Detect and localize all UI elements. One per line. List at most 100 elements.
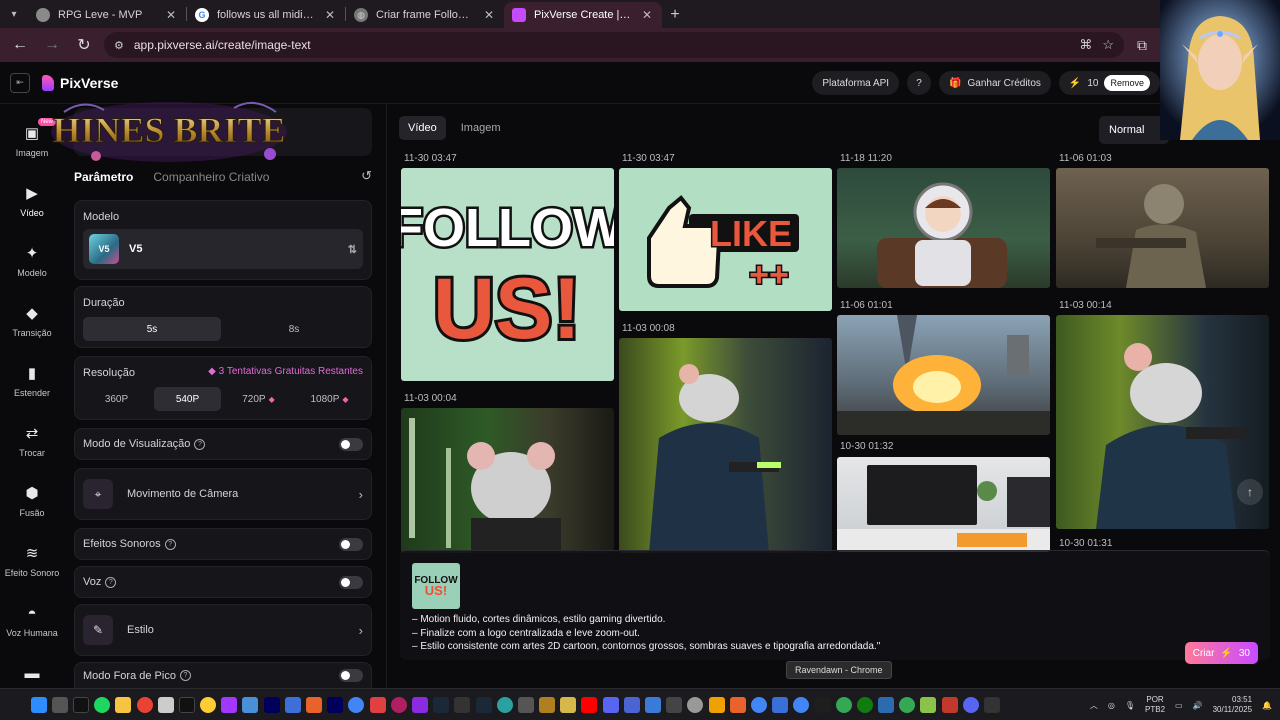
gallery-thumb-rat-gun[interactable] <box>619 338 832 553</box>
close-tab-icon[interactable]: ✕ <box>640 8 654 22</box>
sound-effects-toggle[interactable] <box>339 537 363 551</box>
app-icon[interactable] <box>645 696 662 713</box>
reset-icon[interactable]: ↺ <box>361 168 372 184</box>
windows-start-icon[interactable] <box>30 696 47 713</box>
new-tab-icon[interactable]: + <box>662 2 688 28</box>
gallery-thumb-rat-drink[interactable] <box>401 408 614 553</box>
app-icon[interactable] <box>390 696 407 713</box>
prompt-text[interactable]: – Motion fluido, cortes dinâmicos, estil… <box>412 613 880 654</box>
extensions-icon[interactable]: ⧉ <box>1128 31 1156 59</box>
close-tab-icon[interactable]: ✕ <box>482 8 496 22</box>
sidebar-item-video[interactable]: ▶ Vídeo <box>0 184 64 218</box>
credit-balance[interactable]: ⚡ 10 Remove <box>1058 71 1160 95</box>
after-effects-icon[interactable] <box>263 696 280 713</box>
chrome-active-icon[interactable] <box>793 696 810 713</box>
model-selector[interactable]: V5 V5 ⇅ <box>83 229 363 269</box>
create-button[interactable]: Criar ⚡ 30 <box>1184 642 1258 664</box>
off-peak-toggle[interactable] <box>339 669 363 682</box>
collapse-sidebar-icon[interactable]: ⇤ <box>10 72 30 93</box>
more-apps-icon[interactable] <box>984 696 1001 713</box>
tiktok-icon[interactable] <box>178 696 195 713</box>
browser-tab[interactable]: RPG Leve - MVP ✕ <box>28 2 186 28</box>
steam-icon[interactable] <box>475 696 492 713</box>
sidebar-item-voz-humana[interactable]: ◓ Voz Humana <box>0 604 64 639</box>
app-icon[interactable] <box>941 696 958 713</box>
discord-icon[interactable] <box>962 696 979 713</box>
app-icon[interactable] <box>517 696 534 713</box>
camera-movement-row[interactable]: ⌖ Movimento de Câmera › <box>74 468 372 520</box>
app-icon[interactable] <box>814 696 831 713</box>
network-icon[interactable]: ◎ <box>1108 701 1115 710</box>
resolution-option-720p[interactable]: 720P ◆ <box>225 387 292 411</box>
calculator-icon[interactable] <box>157 696 174 713</box>
docs-icon[interactable] <box>284 696 301 713</box>
sliders-icon[interactable]: ⇅ <box>348 243 357 256</box>
microphone-icon[interactable]: 🎙 <box>1125 701 1135 710</box>
view-mode-select[interactable]: Normal <box>1099 116 1169 144</box>
api-platform-button[interactable]: Plataforma API <box>812 71 900 95</box>
remove-button[interactable]: Remove <box>1104 75 1150 91</box>
help-icon[interactable]: ? <box>105 576 117 588</box>
search-icon[interactable] <box>51 696 68 713</box>
tab-companheiro-criativo[interactable]: Companheiro Criativo <box>153 170 269 184</box>
browser-tab-active[interactable]: PixVerse Create | Make AI Vi ✕ <box>504 2 662 28</box>
gallery-thumb-like[interactable]: LIKE ++ <box>619 168 832 311</box>
brave-icon[interactable] <box>729 696 746 713</box>
gallery-thumb-soldier[interactable] <box>1056 168 1269 288</box>
voice-toggle[interactable] <box>339 575 363 589</box>
translate-icon[interactable]: ⌘ <box>1079 37 1092 53</box>
sidebar-item-more[interactable]: ▬ <box>0 664 64 682</box>
chrome-profile-icon[interactable] <box>348 696 365 713</box>
chrome-icon[interactable] <box>136 696 153 713</box>
notes-icon[interactable] <box>242 696 259 713</box>
teams-icon[interactable] <box>623 696 640 713</box>
file-explorer-icon[interactable] <box>115 696 132 713</box>
bookmark-star-icon[interactable]: ☆ <box>1102 37 1114 53</box>
gallery-thumb-explosion[interactable] <box>837 315 1050 435</box>
style-row[interactable]: ✎ Estilo › <box>74 604 372 656</box>
app-icon[interactable] <box>666 696 683 713</box>
app-icon[interactable] <box>708 696 725 713</box>
notification-icon[interactable]: 🔔 <box>1262 701 1272 710</box>
volume-icon[interactable]: 🔊 <box>1193 701 1203 710</box>
duration-option-8s[interactable]: 8s <box>225 317 363 341</box>
sidebar-item-fusao[interactable]: ⬢ Fusão <box>0 484 64 518</box>
emoji-app-icon[interactable] <box>200 696 217 713</box>
back-icon[interactable]: ← <box>6 31 34 59</box>
gallery-thumb-desk[interactable] <box>837 457 1050 552</box>
close-tab-icon[interactable]: ✕ <box>164 8 178 22</box>
browser-tab[interactable]: G follows us all midias - Pesqu ✕ <box>187 2 345 28</box>
scroll-to-top-icon[interactable]: ↑ <box>1237 479 1263 505</box>
tab-search-icon[interactable]: ▾ <box>0 0 28 28</box>
preview-mode-toggle[interactable] <box>339 437 363 451</box>
app-icon[interactable] <box>560 696 577 713</box>
sidebar-item-modelo[interactable]: ✦ Modelo <box>0 244 64 278</box>
sidebar-item-transicao[interactable]: ◆ Transição <box>0 304 64 338</box>
sidebar-item-estender[interactable]: ▮ Estender <box>0 364 64 398</box>
help-icon[interactable]: ? <box>194 438 206 450</box>
help-icon[interactable]: ? <box>907 71 932 95</box>
gallery-thumb-astronaut[interactable] <box>837 168 1050 288</box>
sidebar-item-efeito-sonoro[interactable]: ≋ Efeito Sonoro <box>0 544 64 578</box>
tray-overflow-icon[interactable]: ︿ <box>1090 700 1098 711</box>
search-app-icon[interactable] <box>306 696 323 713</box>
resolution-option-1080p[interactable]: 1080P ◆ <box>296 387 363 411</box>
app-icon[interactable] <box>539 696 556 713</box>
address-bar[interactable]: ⚙ app.pixverse.ai/create/image-text ⌘ ☆ <box>104 32 1124 58</box>
reload-icon[interactable]: ↻ <box>70 31 98 59</box>
resolution-option-540p[interactable]: 540P <box>154 387 221 411</box>
chrome-icon[interactable] <box>750 696 767 713</box>
tiktok-icon[interactable] <box>72 696 89 713</box>
app-icon[interactable] <box>920 696 937 713</box>
twitch-icon[interactable] <box>221 696 238 713</box>
tab-parametro[interactable]: Parâmetro <box>74 170 133 184</box>
forward-icon[interactable]: → <box>38 31 66 59</box>
tab-imagem[interactable]: Imagem <box>452 116 510 140</box>
app-icon[interactable] <box>496 696 513 713</box>
app-icon[interactable] <box>454 696 471 713</box>
display-icon[interactable]: ▭ <box>1175 701 1183 710</box>
sidebar-item-trocar[interactable]: ⇄ Trocar <box>0 424 64 458</box>
close-tab-icon[interactable]: ✕ <box>323 8 337 22</box>
help-icon[interactable]: ? <box>179 670 191 681</box>
chrome-icon[interactable] <box>835 696 852 713</box>
